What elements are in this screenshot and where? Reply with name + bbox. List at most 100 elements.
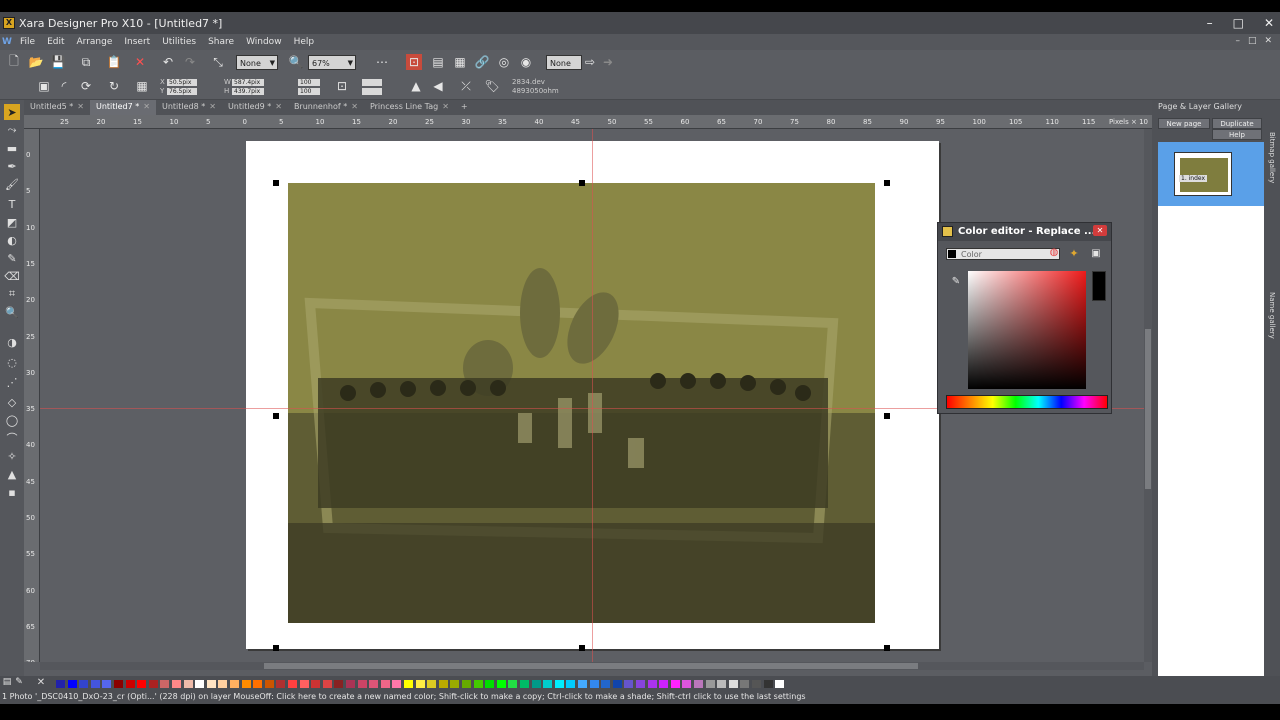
delete-icon[interactable]: ✕ <box>132 54 148 70</box>
menu-insert[interactable]: Insert <box>118 37 156 47</box>
palette-swatch[interactable] <box>717 680 727 688</box>
palette-swatch[interactable] <box>79 680 89 688</box>
scale-height-field[interactable]: 100 <box>298 88 320 95</box>
crop-tool-icon[interactable]: ⌗ <box>4 286 20 302</box>
menu-arrange[interactable]: Arrange <box>71 37 119 47</box>
palette-swatch[interactable] <box>218 680 228 688</box>
preview-icon[interactable]: ◎ <box>496 54 512 70</box>
saturation-value-picker[interactable] <box>968 271 1086 389</box>
palette-swatch[interactable] <box>56 680 65 688</box>
palette-swatch[interactable] <box>195 680 205 688</box>
palette-swatch[interactable] <box>624 680 634 688</box>
color-picker-tool-icon[interactable]: ✎ <box>4 250 20 266</box>
rotation-field[interactable] <box>362 79 382 86</box>
horizontal-scrollbar[interactable] <box>40 662 1144 670</box>
redo-icon[interactable]: ↷ <box>182 54 198 70</box>
curve-icon[interactable]: ◜ <box>56 78 72 94</box>
undo-icon[interactable]: ↶ <box>160 54 176 70</box>
open-folder-icon[interactable]: 📂 <box>28 54 44 70</box>
palette-swatch[interactable] <box>694 680 703 688</box>
selection-handle[interactable] <box>579 180 585 186</box>
menu-window[interactable]: Window <box>240 37 288 47</box>
selection-bounds-icon[interactable]: ▣ <box>36 78 52 94</box>
zoom-dropdown[interactable]: 67% ▼ <box>308 55 356 70</box>
menu-utilities[interactable]: Utilities <box>156 37 202 47</box>
paste-icon[interactable]: 📋 <box>106 54 122 70</box>
selection-handle[interactable] <box>273 180 279 186</box>
palette-swatch[interactable] <box>531 680 541 688</box>
tab-untitled5[interactable]: Untitled5 * ✕ <box>24 100 90 115</box>
tab-untitled8[interactable]: Untitled8 * ✕ <box>156 100 222 115</box>
palette-swatch[interactable] <box>241 680 251 688</box>
horizontal-ruler[interactable]: Pixels × 10 25 20 15 10 5 0 5 10 15 20 25 30 35 40 45 5… <box>24 115 1152 129</box>
palette-swatch[interactable] <box>427 680 437 688</box>
palette-swatch[interactable] <box>357 680 367 688</box>
transform-icon[interactable]: ⤡ <box>210 54 226 70</box>
zoom-icon[interactable]: 🔍 <box>288 54 304 70</box>
palette-swatch[interactable] <box>508 680 518 688</box>
palette-swatch[interactable] <box>102 680 112 688</box>
node-tool-icon[interactable]: ⤳ <box>4 122 20 138</box>
duplicate-button[interactable]: Duplicate <box>1212 118 1262 129</box>
palette-swatch[interactable] <box>554 680 564 688</box>
horizontal-scroll-thumb[interactable] <box>264 663 918 669</box>
vertical-guide[interactable] <box>592 129 593 662</box>
lock-aspect-icon[interactable]: ⊡ <box>334 78 350 94</box>
close-icon[interactable]: ✕ <box>442 102 449 111</box>
tab-bitmap-gallery[interactable]: Bitmap gallery <box>1268 132 1276 183</box>
maximize-button[interactable]: □ <box>1233 16 1244 30</box>
palette-swatch[interactable] <box>578 680 587 688</box>
palette-swatch[interactable] <box>125 680 135 688</box>
palette-swatch[interactable] <box>334 680 344 688</box>
palette-swatch[interactable] <box>543 680 553 688</box>
blend-tool-icon[interactable]: ⋰ <box>4 374 20 390</box>
palette-swatch[interactable] <box>322 680 332 688</box>
doc-restore-button[interactable]: □ <box>1248 36 1257 46</box>
apply-name-icon[interactable]: ⇨ <box>582 54 598 70</box>
close-icon[interactable]: ✕ <box>275 102 282 111</box>
color-name-dropdown[interactable]: Color <box>946 248 1060 260</box>
height-field[interactable]: 439.7pix <box>232 88 264 95</box>
palette-swatch[interactable] <box>253 680 263 688</box>
palette-swatch[interactable] <box>346 680 355 688</box>
hue-slider[interactable] <box>946 395 1108 409</box>
palette-swatch[interactable] <box>496 680 506 688</box>
palette-swatch[interactable] <box>160 680 170 688</box>
y-position-field[interactable]: 76.5pix <box>167 88 197 95</box>
palette-swatch[interactable] <box>380 680 390 688</box>
bevel-tool-icon[interactable]: ◯ <box>4 412 20 428</box>
close-icon[interactable]: ✕ <box>351 102 358 111</box>
palette-swatch[interactable] <box>636 680 645 688</box>
palette-swatch[interactable] <box>264 680 274 688</box>
palette-swatch[interactable] <box>682 680 692 688</box>
flip-vertical-icon[interactable]: ◀ <box>430 78 446 94</box>
doc-minimize-button[interactable]: – <box>1235 36 1240 46</box>
palette-swatch[interactable] <box>183 680 193 688</box>
close-icon[interactable]: ✕ <box>143 102 150 111</box>
selection-handle[interactable] <box>884 413 890 419</box>
tab-untitled9[interactable]: Untitled9 * ✕ <box>222 100 288 115</box>
new-tab-button[interactable]: + <box>455 100 474 115</box>
palette-menu-icon[interactable]: ▤ <box>2 676 12 688</box>
x-position-field[interactable]: 50.5pix <box>167 79 197 86</box>
palette-swatch[interactable] <box>728 680 738 688</box>
palette-swatch[interactable] <box>763 680 773 688</box>
shear-field[interactable] <box>362 88 382 95</box>
no-color-icon[interactable]: ✕ <box>36 676 46 688</box>
eyedropper-icon[interactable]: ✎ <box>948 273 964 289</box>
mould-tool-icon[interactable]: ◇ <box>4 394 20 410</box>
palette-swatch[interactable] <box>752 680 761 688</box>
menu-edit[interactable]: Edit <box>41 37 70 47</box>
tag-icon[interactable]: 🏷 <box>484 78 500 94</box>
palette-swatch[interactable] <box>589 680 599 688</box>
palette-swatch[interactable] <box>670 680 680 688</box>
selection-handle[interactable] <box>884 180 890 186</box>
palette-swatch[interactable] <box>67 680 77 688</box>
palette-swatch[interactable] <box>612 680 622 688</box>
layer-options-icon[interactable]: ▦ <box>452 54 468 70</box>
photo-object[interactable] <box>288 183 875 623</box>
new-color-icon[interactable]: ◍ <box>1048 246 1060 258</box>
palette-swatch[interactable] <box>450 680 460 688</box>
feather-tool-icon[interactable]: ⌒ <box>4 430 20 446</box>
menu-share[interactable]: Share <box>202 37 240 47</box>
